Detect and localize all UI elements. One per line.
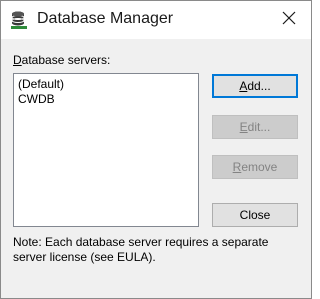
servers-listbox[interactable]: (Default) CWDB bbox=[13, 73, 199, 227]
close-window-button[interactable] bbox=[267, 1, 311, 39]
list-item[interactable]: (Default) bbox=[18, 77, 194, 92]
license-note-line2: server license (see EULA). bbox=[13, 250, 156, 264]
list-item[interactable]: CWDB bbox=[18, 92, 194, 107]
servers-label: Database servers: bbox=[13, 53, 111, 67]
add-button[interactable]: Add... bbox=[212, 74, 298, 98]
database-icon bbox=[9, 10, 29, 30]
license-note: Note: Each database server requires a se… bbox=[13, 235, 305, 265]
close-button[interactable]: Close bbox=[212, 203, 298, 227]
dialog-body: Database servers: (Default) CWDB Add... … bbox=[1, 39, 311, 298]
license-note-line1: Note: Each database server requires a se… bbox=[13, 235, 269, 249]
close-icon bbox=[282, 11, 296, 30]
dialog-window: Database Manager Database servers: (Defa… bbox=[0, 0, 312, 299]
edit-button[interactable]: Edit... bbox=[212, 115, 298, 139]
title-bar[interactable]: Database Manager bbox=[1, 1, 311, 39]
window-title: Database Manager bbox=[37, 10, 174, 27]
remove-button[interactable]: Remove bbox=[212, 155, 298, 179]
